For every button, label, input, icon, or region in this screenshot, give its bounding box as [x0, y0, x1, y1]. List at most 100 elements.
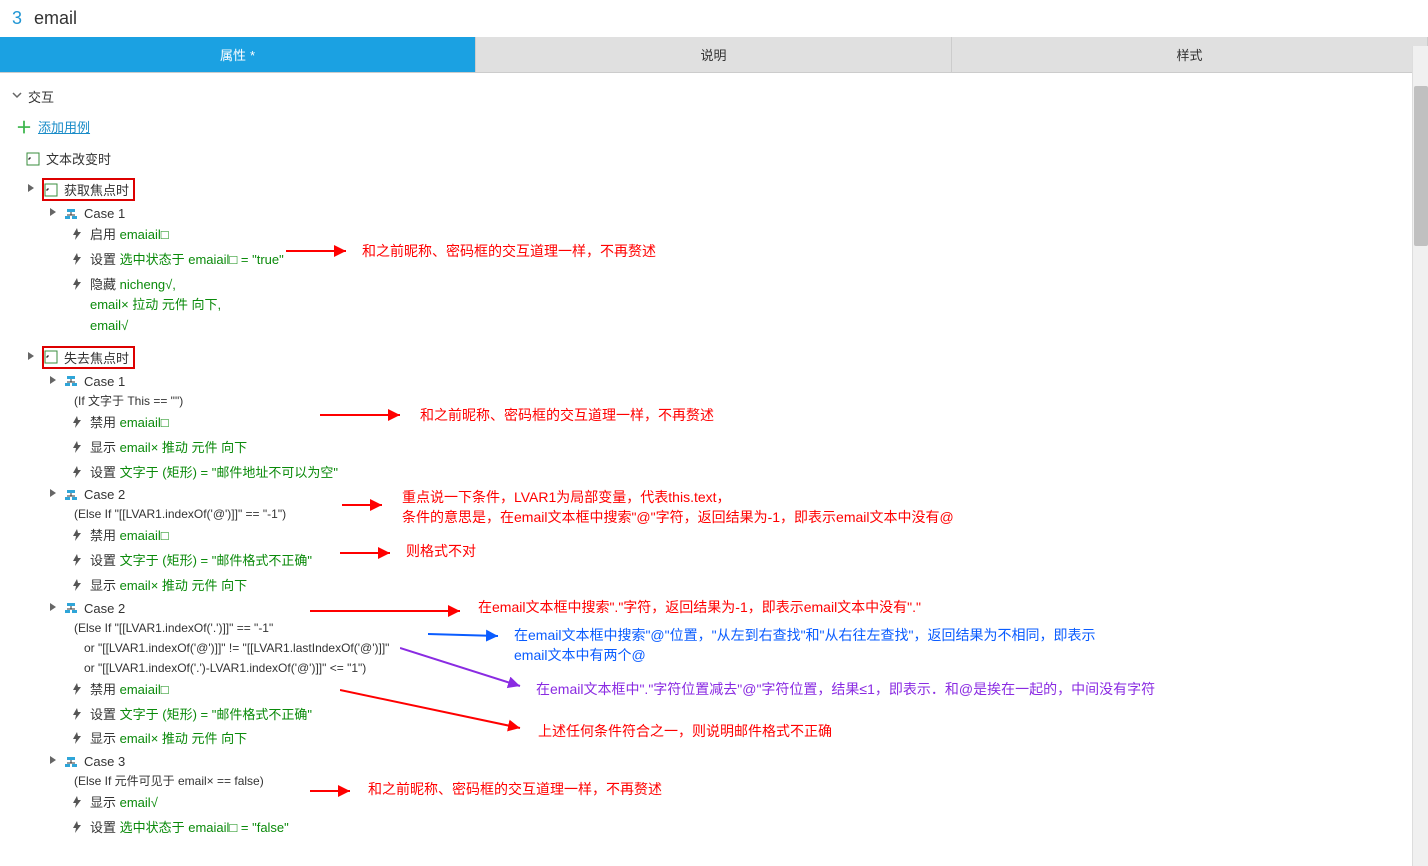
- bolt-icon: [70, 277, 84, 291]
- chevron-down-icon: [48, 375, 58, 388]
- chevron-down-icon: [26, 351, 36, 364]
- case-label: Case 1: [84, 374, 125, 389]
- action-target: emaiail□: [120, 227, 169, 242]
- case-row[interactable]: Case 1: [48, 372, 1416, 391]
- tab-style[interactable]: 样式: [952, 37, 1428, 72]
- action-target: 文字于 (矩形) = "邮件地址不可以为空": [120, 465, 338, 480]
- action-target: email× 推动 元件 向下: [120, 731, 248, 746]
- case-icon: [64, 207, 78, 221]
- case-condition: (Else If 元件可见于 email× == false): [74, 771, 1416, 791]
- event-label: 文本改变时: [46, 149, 111, 168]
- scrollbar-thumb[interactable]: [1414, 86, 1428, 246]
- action-verb: 设置: [90, 252, 120, 267]
- action-verb: 设置: [90, 820, 120, 835]
- case-row[interactable]: Case 1: [48, 204, 1416, 223]
- chevron-down-icon: [12, 90, 22, 103]
- plus-icon: ＋: [16, 114, 32, 138]
- add-case-link[interactable]: 添加用例: [38, 117, 90, 136]
- highlight-box: 失去焦点时: [42, 346, 135, 369]
- bolt-icon: [70, 707, 84, 721]
- tab-attributes[interactable]: 属性*: [0, 37, 476, 72]
- case-row[interactable]: Case 2: [48, 485, 1416, 504]
- event-on-focus[interactable]: 获取焦点时 Case 1 启用 emaiail□ 设置 选中状态于 emaiai…: [26, 175, 1416, 339]
- action-verb: 禁用: [90, 415, 120, 430]
- action-show[interactable]: 显示 email× 推动 元件 向下: [70, 436, 1416, 461]
- action-show[interactable]: 显示 email× 推动 元件 向下: [70, 574, 1416, 599]
- action-verb: 禁用: [90, 528, 120, 543]
- tab-description[interactable]: 说明: [476, 37, 952, 72]
- action-verb: 禁用: [90, 682, 120, 697]
- section-title: 交互: [28, 87, 54, 106]
- action-target: emaiail□: [120, 682, 169, 697]
- action-target: 文字于 (矩形) = "邮件格式不正确": [120, 707, 312, 722]
- section-interaction-header[interactable]: 交互: [12, 83, 1416, 110]
- bolt-icon: [70, 465, 84, 479]
- action-hide[interactable]: 隐藏 nicheng√, email× 拉动 元件 向下, email√: [70, 273, 1416, 339]
- event-on-blur[interactable]: 失去焦点时 Case 1 (If 文字于 This == "") 禁用 emai…: [26, 343, 1416, 841]
- header-title: email: [34, 8, 77, 29]
- case-label: Case 2: [84, 487, 125, 502]
- action-set[interactable]: 设置 文字于 (矩形) = "邮件格式不正确": [70, 549, 1416, 574]
- action-set[interactable]: 设置 选中状态于 emaiail□ = "true": [70, 248, 1416, 273]
- action-disable[interactable]: 禁用 emaiail□: [70, 411, 1416, 436]
- arrow-icon: [286, 243, 356, 259]
- action-target-l3: email√: [90, 318, 128, 333]
- annotation-text: 在email文本框中"."字符位置减去"@"字符位置，结果≤1，即表示．和@是挨…: [536, 679, 1155, 699]
- annotation-text: 重点说一下条件，LVAR1为局部变量，代表this.text，: [402, 487, 731, 507]
- chevron-down-icon: [48, 755, 58, 768]
- annotation-text: 和之前昵称、密码框的交互道理一样，不再赘述: [362, 241, 656, 261]
- action-target: emaiail□: [120, 415, 169, 430]
- event-icon: [44, 350, 58, 364]
- action-target: 文字于 (矩形) = "邮件格式不正确": [120, 553, 312, 568]
- event-text-change[interactable]: 文本改变时: [26, 146, 1416, 171]
- annotation-text: 在email文本框中搜索"."字符，返回结果为-1，即表示email文本中没有"…: [478, 597, 921, 617]
- bolt-icon: [70, 578, 84, 592]
- scrollbar[interactable]: [1412, 46, 1428, 866]
- case-condition: (If 文字于 This == ""): [74, 391, 1416, 411]
- bolt-icon: [70, 415, 84, 429]
- action-verb: 显示: [90, 795, 120, 810]
- bolt-icon: [70, 682, 84, 696]
- chevron-down-icon: [48, 488, 58, 501]
- add-case-row[interactable]: ＋ 添加用例: [12, 110, 1416, 142]
- bolt-icon: [70, 440, 84, 454]
- event-icon: [26, 152, 40, 166]
- chevron-down-icon: [48, 207, 58, 220]
- content-panel: 交互 ＋ 添加用例 文本改变时 获取焦点时: [0, 73, 1428, 851]
- header-number: 3: [12, 8, 22, 29]
- header: 3 email: [0, 0, 1428, 37]
- action-verb: 设置: [90, 465, 120, 480]
- action-verb: 设置: [90, 707, 120, 722]
- case-icon: [64, 755, 78, 769]
- action-set[interactable]: 设置 选中状态于 emaiail□ = "false": [70, 816, 1416, 841]
- event-icon: [44, 183, 58, 197]
- arrow-icon: [320, 407, 410, 423]
- action-target-l1: nicheng√,: [120, 277, 176, 292]
- action-enable[interactable]: 启用 emaiail□: [70, 223, 1416, 248]
- annotation-text: 上述任何条件符合之一，则说明邮件格式不正确: [538, 721, 832, 741]
- action-verb: 显示: [90, 578, 120, 593]
- tab-label: 样式: [1176, 48, 1202, 63]
- arrow-icon: [342, 497, 392, 513]
- case-icon: [64, 601, 78, 615]
- action-set[interactable]: 设置 文字于 (矩形) = "邮件地址不可以为空": [70, 461, 1416, 486]
- arrow-icon: [310, 783, 360, 799]
- action-verb: 显示: [90, 440, 120, 455]
- case-row[interactable]: Case 3: [48, 752, 1416, 771]
- arrow-icon: [428, 626, 508, 646]
- action-verb: 显示: [90, 731, 120, 746]
- annotation-text: 和之前昵称、密码框的交互道理一样，不再赘述: [368, 779, 662, 799]
- case-condition-l3: or "[[LVAR1.indexOf('.')-LVAR1.indexOf('…: [74, 658, 1416, 678]
- chevron-down-icon: [48, 602, 58, 615]
- action-show[interactable]: 显示 email√: [70, 791, 1416, 816]
- bolt-icon: [70, 553, 84, 567]
- case-icon: [64, 488, 78, 502]
- action-target: 选中状态于 emaiail□ = "true": [120, 252, 284, 267]
- annotation-text: email文本中有两个@: [514, 645, 646, 665]
- action-disable[interactable]: 禁用 emaiail□: [70, 524, 1416, 549]
- case-label: Case 2: [84, 601, 125, 616]
- tab-label: 属性: [220, 48, 246, 63]
- action-target: emaiail□: [120, 528, 169, 543]
- case-label: Case 1: [84, 206, 125, 221]
- action-verb: 启用: [90, 227, 120, 242]
